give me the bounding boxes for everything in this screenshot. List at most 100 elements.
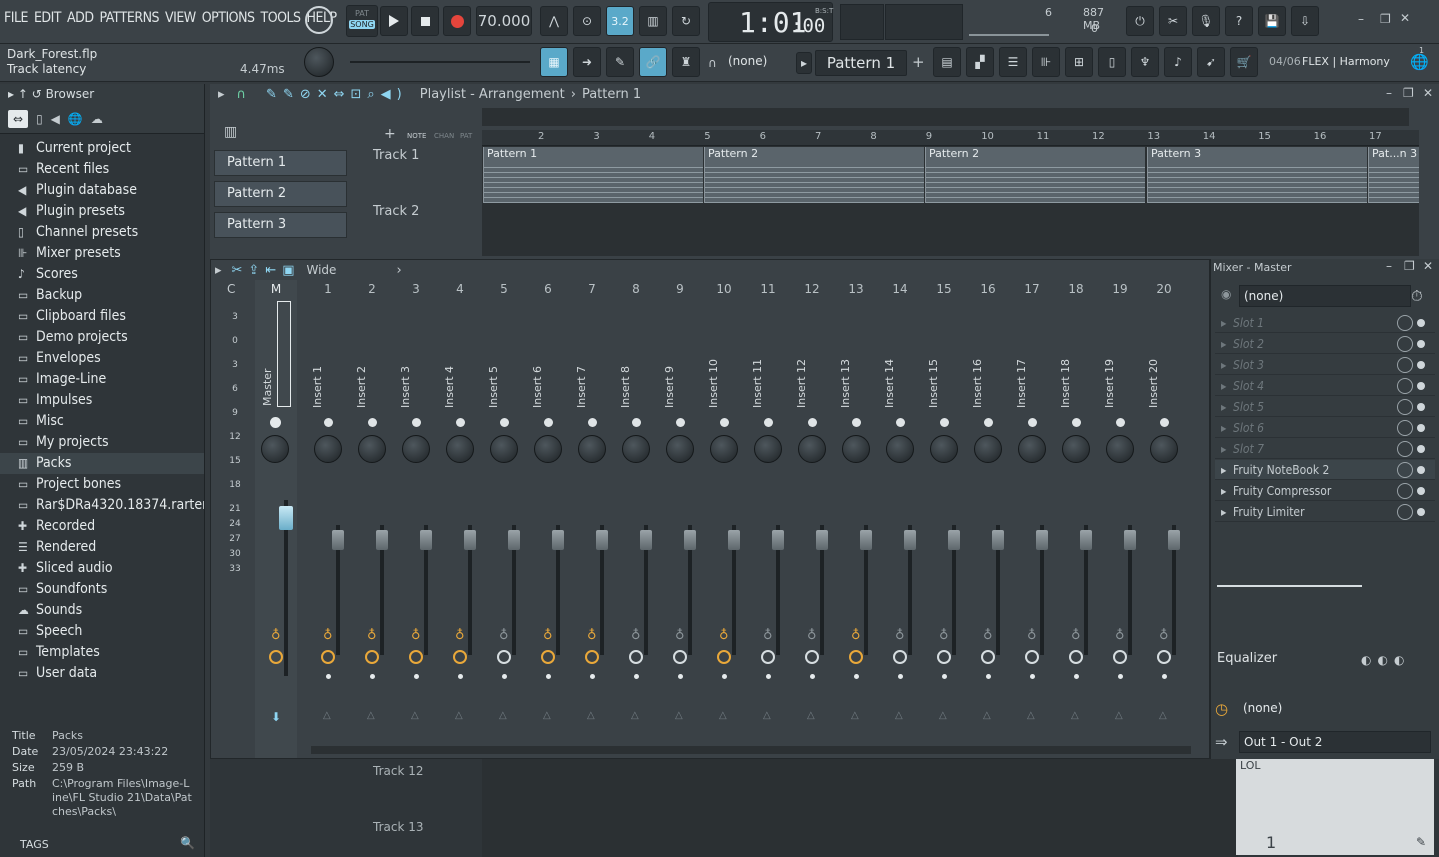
pan-dot[interactable] <box>412 418 421 427</box>
slot-mix-knob[interactable] <box>1397 357 1413 373</box>
slot-enable-dot[interactable] <box>1417 403 1425 411</box>
slot-mix-knob[interactable] <box>1397 378 1413 394</box>
bulb-icon[interactable]: ♁ <box>1027 628 1037 643</box>
fader-handle[interactable] <box>464 530 476 550</box>
view-playlist-button[interactable]: ▦ <box>540 47 568 77</box>
send-dot[interactable] <box>810 674 815 679</box>
send-dot[interactable] <box>854 674 859 679</box>
insert-strip[interactable]: 7 Insert 7 ♁ △ <box>571 280 613 758</box>
pencil-icon[interactable]: ✎ <box>1416 835 1426 849</box>
route-icon[interactable] <box>1157 650 1171 664</box>
route-icon[interactable] <box>365 650 379 664</box>
triangle-icon[interactable]: △ <box>411 710 419 721</box>
volume-knob[interactable] <box>314 435 342 463</box>
browser-item[interactable]: ✚ Recorded <box>0 516 204 537</box>
mixer-tools-icons[interactable]: ✂⇪⇤▣ <box>232 263 301 278</box>
volume-knob[interactable] <box>666 435 694 463</box>
pattern-picker-item[interactable]: Pattern 2 <box>214 181 347 207</box>
insert-strip[interactable]: 11 Insert 11 ♁ △ <box>747 280 789 758</box>
triangle-icon[interactable]: △ <box>1115 710 1123 721</box>
insert-strip[interactable]: 9 Insert 9 ♁ △ <box>659 280 701 758</box>
pat-song-toggle[interactable]: PAT SONG <box>346 5 378 37</box>
insert-strip[interactable]: 20 Insert 20 ♁ △ <box>1143 280 1185 758</box>
slot-mix-knob[interactable] <box>1397 399 1413 415</box>
triangle-icon[interactable]: △ <box>1159 710 1167 721</box>
browser-item[interactable]: ☰ Rendered <box>0 537 204 558</box>
tag-search-icon[interactable]: 🔍 <box>180 836 195 850</box>
browser-item[interactable]: ▭ Demo projects <box>0 327 204 348</box>
route-icon[interactable] <box>1069 650 1083 664</box>
menu-options[interactable]: OPTIONS <box>202 10 255 26</box>
bulb-icon[interactable]: ♁ <box>895 628 905 643</box>
mixer-preset[interactable]: Wide <box>307 263 337 277</box>
slot-mix-knob[interactable] <box>1397 462 1413 478</box>
fader-handle[interactable] <box>1168 530 1180 550</box>
fader-handle[interactable] <box>1080 530 1092 550</box>
pan-dot[interactable] <box>852 418 861 427</box>
pan-dot[interactable] <box>896 418 905 427</box>
browser-item[interactable]: ☁ Sounds <box>0 600 204 621</box>
route-icon[interactable] <box>629 650 643 664</box>
browser-item[interactable]: ▭ Soundfonts <box>0 579 204 600</box>
track-label[interactable]: Track 2 <box>373 204 419 219</box>
input-clock-icon[interactable]: ◷ <box>1215 700 1228 718</box>
master-fader[interactable] <box>279 506 293 530</box>
slot-enable-dot[interactable] <box>1417 340 1425 348</box>
send-dot[interactable] <box>766 674 771 679</box>
fader-handle[interactable] <box>904 530 916 550</box>
pan-dot[interactable] <box>588 418 597 427</box>
mixer-close-icon[interactable]: ✕ <box>1423 259 1433 273</box>
mixer-hscroll[interactable] <box>311 746 1191 754</box>
route-icon[interactable] <box>805 650 819 664</box>
slot-enable-dot[interactable] <box>1417 487 1425 495</box>
play-button[interactable] <box>380 6 408 36</box>
volume-knob[interactable] <box>1106 435 1134 463</box>
pan-dot[interactable] <box>368 418 377 427</box>
volume-knob[interactable] <box>930 435 958 463</box>
pan-dot[interactable] <box>676 418 685 427</box>
browser-item[interactable]: ▭ Misc <box>0 411 204 432</box>
volume-knob[interactable] <box>798 435 826 463</box>
volume-knob[interactable] <box>534 435 562 463</box>
effect-slot[interactable]: ▸ Slot 2 <box>1215 334 1435 354</box>
insert-strip[interactable]: 3 Insert 3 ♁ △ <box>395 280 437 758</box>
tempo-display[interactable]: 70.000 <box>476 6 532 36</box>
playlist-min-icon[interactable]: – <box>1386 86 1392 100</box>
route-icon[interactable] <box>321 650 335 664</box>
tool-pat-label[interactable]: PAT <box>460 132 472 140</box>
send-dot[interactable] <box>722 674 727 679</box>
mixer-menu-icon[interactable]: ▸ <box>215 263 222 278</box>
slot-enable-dot[interactable] <box>1417 361 1425 369</box>
insert-strip[interactable]: 10 Insert 10 ♁ △ <box>703 280 745 758</box>
effect-slot[interactable]: ▸ Slot 7 <box>1215 439 1435 459</box>
send-dot[interactable] <box>1162 674 1167 679</box>
bulb-icon[interactable]: ♁ <box>807 628 817 643</box>
notebook-panel[interactable]: LOL 1 ✎ <box>1236 759 1434 855</box>
triangle-icon[interactable]: △ <box>631 710 639 721</box>
snap-select[interactable]: (none) <box>728 54 767 68</box>
browser-item[interactable]: ▭ Speech <box>0 621 204 642</box>
pitch-slider[interactable] <box>350 61 530 63</box>
slot-enable-dot[interactable] <box>1417 445 1425 453</box>
pan-dot[interactable] <box>984 418 993 427</box>
mixer-preset-arrow[interactable]: › <box>396 263 401 278</box>
slot-mix-knob[interactable] <box>1397 336 1413 352</box>
pan-dot[interactable] <box>632 418 641 427</box>
browser-item[interactable]: ▭ Clipboard files <box>0 306 204 327</box>
send-dot[interactable] <box>678 674 683 679</box>
send-dot[interactable] <box>1030 674 1035 679</box>
master-pan-dot[interactable] <box>270 417 281 428</box>
fader-handle[interactable] <box>552 530 564 550</box>
bulb-icon[interactable]: ♁ <box>675 628 685 643</box>
volume-knob[interactable] <box>578 435 606 463</box>
export-button[interactable]: ⇩ <box>1291 6 1319 36</box>
volume-knob[interactable] <box>402 435 430 463</box>
timeline-ruler[interactable]: 2 3 4 5 6 7 8 9 10 11 12 13 14 15 16 17 <box>482 130 1419 146</box>
send-dot[interactable] <box>502 674 507 679</box>
volume-knob[interactable] <box>974 435 1002 463</box>
pan-dot[interactable] <box>1072 418 1081 427</box>
effect-slot[interactable]: ▸ Slot 6 <box>1215 418 1435 438</box>
triangle-icon[interactable]: △ <box>543 710 551 721</box>
slot-enable-dot[interactable] <box>1417 508 1425 516</box>
volume-knob[interactable] <box>622 435 650 463</box>
